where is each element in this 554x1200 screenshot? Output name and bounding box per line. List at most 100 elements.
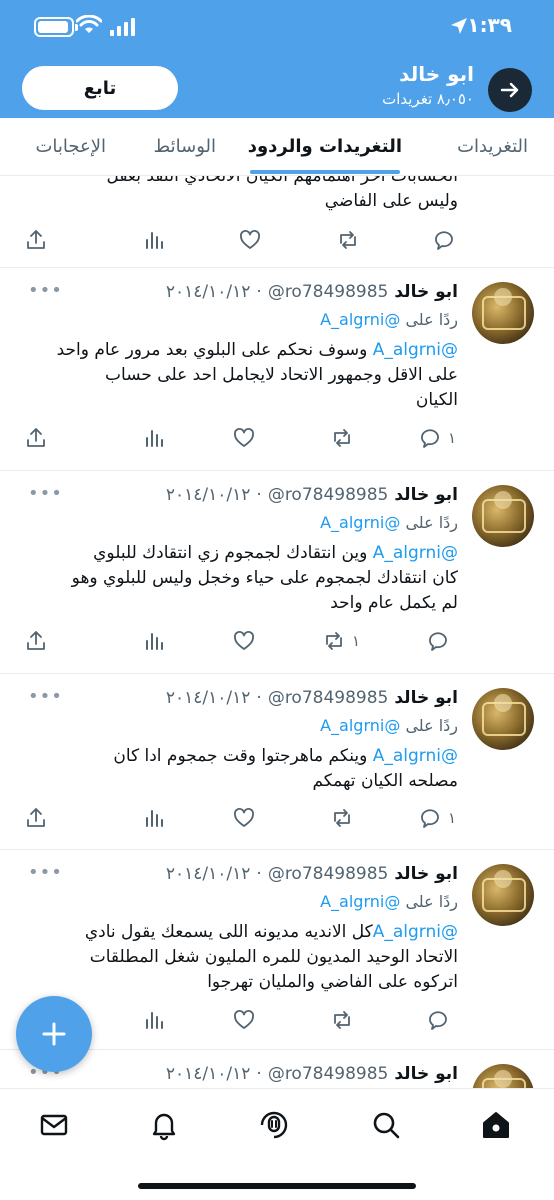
retweet-button[interactable] <box>336 226 360 254</box>
reply-to-mention[interactable]: @A_algrni <box>320 892 400 911</box>
home-indicator <box>138 1183 416 1189</box>
reply-button[interactable]: ١ <box>418 424 456 452</box>
reply-icon <box>435 231 453 250</box>
like-button[interactable] <box>238 226 262 254</box>
heart-icon <box>234 808 254 827</box>
views-button[interactable] <box>142 627 166 655</box>
tab-media[interactable]: الوسائط <box>154 136 216 157</box>
share-button[interactable] <box>24 627 48 655</box>
profile-tabs: التغريدات التغريدات والردود الوسائط الإع… <box>0 118 554 176</box>
avatar[interactable] <box>472 864 534 926</box>
tweet[interactable]: ابو خالد @ro78498985 · ٢٠١٤/١٠/١٢ ••• رد… <box>0 674 554 850</box>
like-button[interactable] <box>232 1006 262 1034</box>
arrow-right-icon <box>500 82 519 98</box>
reply-count: ١ <box>447 809 456 827</box>
tweet-actions: ١ <box>24 424 458 452</box>
search-icon[interactable] <box>370 1109 402 1141</box>
reply-button[interactable]: ١ <box>418 804 456 832</box>
home-icon[interactable] <box>480 1109 512 1141</box>
share-icon <box>27 428 45 447</box>
author-name[interactable]: ابو خالد <box>394 485 458 505</box>
share-button[interactable] <box>24 804 48 832</box>
retweet-button[interactable]: ١ <box>322 627 360 655</box>
like-button[interactable] <box>232 804 262 832</box>
reply-context: ردًا على @A_algrni <box>320 716 458 735</box>
avatar[interactable] <box>472 1064 534 1088</box>
mail-icon[interactable] <box>38 1109 70 1141</box>
back-button[interactable] <box>488 68 532 112</box>
spaces-icon[interactable] <box>258 1109 290 1141</box>
more-options-button[interactable]: ••• <box>28 862 63 883</box>
retweet-button[interactable] <box>330 1006 360 1034</box>
tweet-count: ٨٫٠٥٠ تغريدات <box>382 90 474 108</box>
more-options-button[interactable]: ••• <box>28 280 63 301</box>
tweet[interactable]: ابو خالد @ro78498985 · ٢٠١٤/١٠/١٢ ••• رد… <box>0 471 554 674</box>
follow-button[interactable]: تابع <box>22 66 178 110</box>
body-mention[interactable]: @A_algrni <box>373 340 458 360</box>
like-button[interactable] <box>232 627 262 655</box>
tweet-header: ابو خالد @ro78498985 · ٢٠١٤/١٠/١٢ <box>165 1064 458 1084</box>
tweet-partial[interactable]: الحسابات اخر اهتمامهم الكيان الاتحادي ال… <box>0 176 554 268</box>
body-mention[interactable]: @A_algrni <box>373 746 458 766</box>
retweet-icon <box>326 632 342 650</box>
body-mention[interactable]: @A_algrni <box>373 543 458 563</box>
share-button[interactable] <box>24 424 48 452</box>
share-icon <box>27 808 45 827</box>
reply-count: ١ <box>447 429 456 447</box>
tweet-date: ٢٠١٤/١٠/١٢ <box>165 282 251 302</box>
heart-icon <box>234 631 254 650</box>
reply-to-mention[interactable]: @A_algrni <box>320 716 400 735</box>
author-handle[interactable]: @ro78498985 <box>268 1064 389 1084</box>
tweet-actions <box>24 226 458 254</box>
cellular-signal-icon <box>110 16 135 36</box>
reply-button[interactable] <box>426 627 456 655</box>
tweet-actions: ١ <box>24 627 458 655</box>
body-mention[interactable]: @A_algrni <box>373 922 458 942</box>
author-handle[interactable]: @ro78498985 <box>268 485 389 505</box>
author-name[interactable]: ابو خالد <box>394 864 458 884</box>
compose-tweet-button[interactable] <box>16 996 92 1072</box>
retweet-icon <box>334 429 350 447</box>
author-handle[interactable]: @ro78498985 <box>268 688 389 708</box>
avatar[interactable] <box>472 688 534 750</box>
avatar[interactable] <box>472 282 534 344</box>
author-name[interactable]: ابو خالد <box>394 1064 458 1084</box>
more-options-button[interactable]: ••• <box>28 686 63 707</box>
author-handle[interactable]: @ro78498985 <box>268 864 389 884</box>
tweet-date: ٢٠١٤/١٠/١٢ <box>165 688 251 708</box>
tweet-header: ابو خالد @ro78498985 · ٢٠١٤/١٠/١٢ <box>165 485 458 505</box>
avatar[interactable] <box>472 485 534 547</box>
views-button[interactable] <box>142 226 166 254</box>
analytics-icon <box>146 810 163 827</box>
like-button[interactable] <box>232 424 262 452</box>
tweet-body: @A_algrni وين انتقادك لجمجوم زي انتقادك … <box>71 543 458 613</box>
bell-icon[interactable] <box>148 1109 180 1141</box>
analytics-icon <box>146 232 163 249</box>
share-button[interactable] <box>24 226 48 254</box>
timeline[interactable]: الحسابات اخر اهتمامهم الكيان الاتحادي ال… <box>0 176 554 1088</box>
tab-tweets-replies[interactable]: التغريدات والردود <box>248 136 402 157</box>
analytics-icon <box>146 1012 163 1029</box>
views-button[interactable] <box>142 424 166 452</box>
author-handle[interactable]: @ro78498985 <box>268 282 389 302</box>
author-name[interactable]: ابو خالد <box>394 688 458 708</box>
views-button[interactable] <box>142 804 166 832</box>
tab-likes[interactable]: الإعجابات <box>35 136 106 157</box>
more-options-button[interactable]: ••• <box>28 483 63 504</box>
tweet-body: @A_algrni وينكم ماهرجتوا وقت جمجوم ادا ك… <box>113 746 458 791</box>
tweet[interactable]: ابو خالد @ro78498985 · ٢٠١٤/١٠/١٢ ••• رد… <box>0 268 554 471</box>
reply-context: ردًا على @A_algrni <box>320 892 458 911</box>
tweet-body: @A_algrniكل الانديه مديونه اللى يسمعك يق… <box>84 922 458 992</box>
analytics-icon <box>146 633 163 650</box>
active-tab-indicator <box>250 170 400 174</box>
retweet-button[interactable] <box>330 424 360 452</box>
reply-to-mention[interactable]: @A_algrni <box>320 310 400 329</box>
reply-button[interactable] <box>432 226 456 254</box>
views-button[interactable] <box>142 1006 166 1034</box>
author-name[interactable]: ابو خالد <box>394 282 458 302</box>
reply-context: ردًا على @A_algrni <box>320 513 458 532</box>
retweet-button[interactable] <box>330 804 360 832</box>
reply-button[interactable] <box>426 1006 456 1034</box>
tab-tweets[interactable]: التغريدات <box>457 136 528 157</box>
reply-to-mention[interactable]: @A_algrni <box>320 513 400 532</box>
